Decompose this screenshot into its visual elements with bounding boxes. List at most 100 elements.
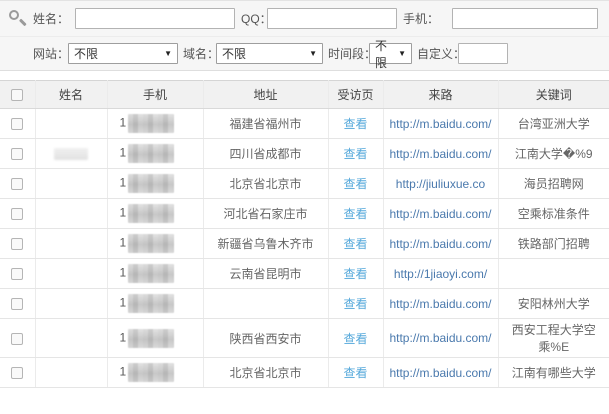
table-row: 1 北京省北京市 查看 http://jiuliuxue.co 海员招聘网: [0, 169, 609, 199]
phone-blur: [128, 329, 174, 348]
referrer-link[interactable]: http://m.baidu.com/: [389, 117, 491, 131]
name-label: 姓名：: [33, 9, 69, 29]
referrer-link[interactable]: http://m.baidu.com/: [389, 297, 491, 311]
address-cell: 新疆省乌鲁木齐市: [203, 229, 328, 259]
referrer-cell: http://m.baidu.com/: [383, 358, 498, 388]
row-checkbox-cell: [0, 169, 35, 199]
period-select-value: 不限: [375, 37, 395, 71]
table-row: 1 查看 http://m.baidu.com/ 安阳林州大学: [0, 289, 609, 319]
phone-blur: [128, 204, 174, 223]
chevron-down-icon: ▼: [309, 49, 317, 58]
name-blur: [54, 148, 88, 160]
row-checkbox[interactable]: [11, 333, 23, 345]
referrer-link[interactable]: http://m.baidu.com/: [389, 331, 491, 345]
referrer-link[interactable]: http://jiuliuxue.co: [396, 177, 485, 191]
row-checkbox-cell: [0, 289, 35, 319]
domain-select[interactable]: 不限 ▼: [216, 43, 323, 64]
row-checkbox[interactable]: [11, 298, 23, 310]
referrer-cell: http://m.baidu.com/: [383, 199, 498, 229]
referrer-cell: http://m.baidu.com/: [383, 319, 498, 358]
keyword-cell: 空乘标准条件: [498, 199, 609, 229]
phone-cell: 1: [107, 169, 203, 199]
row-checkbox-cell: [0, 109, 35, 139]
name-cell: [35, 109, 107, 139]
phone-blur: [128, 234, 174, 253]
name-cell: [35, 229, 107, 259]
name-cell: [35, 358, 107, 388]
address-cell: 四川省成都市: [203, 139, 328, 169]
phone-cell: 1: [107, 139, 203, 169]
phone-prefix: 1: [120, 296, 127, 310]
keyword-cell: 海员招聘网: [498, 169, 609, 199]
visited-cell: 查看: [328, 109, 383, 139]
table-header-row: 姓名 手机 地址 受访页 来路 关键词: [0, 81, 609, 109]
header-referrer: 来路: [383, 81, 498, 109]
address-cell: 陕西省西安市: [203, 319, 328, 358]
visited-cell: 查看: [328, 139, 383, 169]
row-checkbox-cell: [0, 139, 35, 169]
period-select[interactable]: 不限 ▼: [369, 43, 412, 64]
keyword-cell: 江南有哪些大学: [498, 358, 609, 388]
view-link[interactable]: 查看: [343, 147, 367, 161]
visited-cell: 查看: [328, 259, 383, 289]
view-link[interactable]: 查看: [343, 267, 367, 281]
referrer-cell: http://m.baidu.com/: [383, 229, 498, 259]
row-checkbox[interactable]: [11, 118, 23, 130]
view-link[interactable]: 查看: [343, 117, 367, 131]
table-row: 1 福建省福州市 查看 http://m.baidu.com/ 台湾亚洲大学: [0, 109, 609, 139]
visited-cell: 查看: [328, 358, 383, 388]
website-select[interactable]: 不限 ▼: [68, 43, 178, 64]
row-checkbox[interactable]: [11, 268, 23, 280]
header-checkbox-cell: [0, 81, 35, 109]
row-checkbox[interactable]: [11, 148, 23, 160]
phone-input[interactable]: [452, 8, 598, 29]
phone-cell: 1: [107, 259, 203, 289]
referrer-link[interactable]: http://1jiaoyi.com/: [394, 267, 487, 281]
address-cell: 福建省福州市: [203, 109, 328, 139]
phone-cell: 1: [107, 358, 203, 388]
view-link[interactable]: 查看: [343, 297, 367, 311]
custom-input[interactable]: [458, 43, 508, 64]
row-checkbox[interactable]: [11, 208, 23, 220]
search-icon-handle: [19, 19, 26, 26]
referrer-link[interactable]: http://m.baidu.com/: [389, 147, 491, 161]
referrer-link[interactable]: http://m.baidu.com/: [389, 207, 491, 221]
table-row: 1 新疆省乌鲁木齐市 查看 http://m.baidu.com/ 铁路部门招聘: [0, 229, 609, 259]
header-phone: 手机: [107, 81, 203, 109]
header-name: 姓名: [35, 81, 107, 109]
phone-blur: [128, 363, 174, 382]
chevron-down-icon: ▼: [164, 49, 172, 58]
view-link[interactable]: 查看: [343, 332, 367, 346]
row-checkbox[interactable]: [11, 178, 23, 190]
visited-cell: 查看: [328, 169, 383, 199]
view-link[interactable]: 查看: [343, 207, 367, 221]
row-checkbox[interactable]: [11, 238, 23, 250]
keyword-cell: 台湾亚洲大学: [498, 109, 609, 139]
name-cell: [35, 319, 107, 358]
leads-table: 姓名 手机 地址 受访页 来路 关键词 1 福建省福州市 查看 http://m…: [0, 80, 609, 388]
address-cell: 云南省昆明市: [203, 259, 328, 289]
referrer-link[interactable]: http://m.baidu.com/: [389, 366, 491, 380]
view-link[interactable]: 查看: [343, 366, 367, 380]
chevron-down-icon: ▼: [398, 49, 406, 58]
table-row: 1 四川省成都市 查看 http://m.baidu.com/ 江南大学�%9: [0, 139, 609, 169]
referrer-cell: http://m.baidu.com/: [383, 109, 498, 139]
table-row: 1 陕西省西安市 查看 http://m.baidu.com/ 西安工程大学空乘…: [0, 319, 609, 358]
referrer-link[interactable]: http://m.baidu.com/: [389, 237, 491, 251]
row-checkbox[interactable]: [11, 367, 23, 379]
referrer-cell: http://m.baidu.com/: [383, 139, 498, 169]
qq-input[interactable]: [267, 8, 397, 29]
keyword-cell: 铁路部门招聘: [498, 229, 609, 259]
phone-prefix: 1: [120, 365, 127, 379]
phone-prefix: 1: [120, 330, 127, 344]
phone-cell: 1: [107, 109, 203, 139]
domain-label: 域名：: [183, 44, 219, 64]
select-all-checkbox[interactable]: [11, 89, 23, 101]
filter-divider: [0, 36, 609, 37]
view-link[interactable]: 查看: [343, 237, 367, 251]
website-label: 网站：: [33, 44, 69, 64]
name-input[interactable]: [75, 8, 235, 29]
view-link[interactable]: 查看: [343, 177, 367, 191]
keyword-cell: 江南大学�%9: [498, 139, 609, 169]
row-checkbox-cell: [0, 358, 35, 388]
